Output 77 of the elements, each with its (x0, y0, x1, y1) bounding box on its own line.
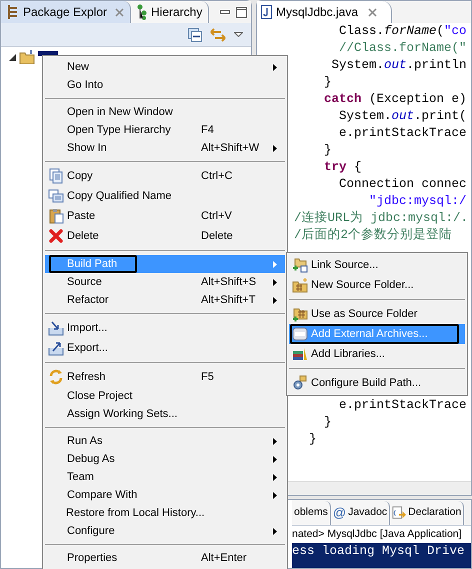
pages-icon (48, 188, 64, 204)
view-tab[interactable]: @Javadoc (330, 501, 390, 525)
import-icon (48, 320, 64, 336)
close-icon[interactable] (368, 8, 378, 16)
menu-item[interactable]: Add Libraries... (289, 344, 465, 364)
menu-item[interactable]: Source Alt+Shift+S (45, 273, 285, 291)
menu-item[interactable]: New Source Folder... (289, 275, 465, 295)
code-line: /连接URL为 jdbc:mysql:/. (294, 210, 470, 227)
code-line: } (308, 431, 318, 448)
view-tab[interactable]: oblems (292, 501, 331, 525)
menu-item[interactable]: Use as Source Folder (289, 304, 465, 324)
menu-item[interactable]: Refactor Alt+Shift+T (45, 291, 285, 309)
menu-item[interactable]: Debug As (45, 450, 285, 468)
clipboard-icon (48, 208, 64, 224)
close-icon[interactable] (115, 8, 124, 16)
menu-item[interactable]: Configure Build Path... (289, 373, 465, 393)
code-line: System.out.print( (338, 108, 468, 125)
at-icon: @ (332, 503, 346, 523)
menu-item[interactable]: Run As (45, 432, 285, 450)
hierarchy-icon (137, 4, 147, 20)
minimize-icon[interactable] (220, 10, 230, 14)
project-folder-icon (19, 50, 35, 64)
menu-item[interactable]: Open in New Window (45, 103, 285, 121)
menu-item[interactable]: Open Type Hierarchy F4 (45, 121, 285, 139)
menu-item[interactable]: Show In Alt+Shift+W (45, 139, 285, 157)
code-line: e.printStackTrace (338, 397, 468, 414)
export-icon (48, 340, 64, 356)
declaration-icon (392, 506, 406, 520)
code-line: "jdbc:mysql:/ (368, 193, 468, 210)
code-line: System.out.println (330, 57, 468, 74)
gear-icon (292, 375, 308, 391)
view-tab[interactable]: Package Explor (1, 1, 131, 23)
dropdown-icon[interactable] (234, 32, 243, 37)
jar-icon (292, 326, 308, 342)
menu-item[interactable]: Import... (45, 318, 285, 338)
folder-icon (292, 306, 308, 322)
code-line: e.printStackTrace (338, 125, 468, 142)
menu-item[interactable]: Delete Delete (45, 226, 285, 246)
folder-link-icon (292, 257, 308, 273)
menu-item[interactable]: Export... (45, 338, 285, 358)
menu-item[interactable]: Refresh F5 (45, 367, 285, 387)
maximize-icon[interactable] (236, 6, 247, 18)
java-file-icon (261, 5, 272, 19)
refresh-icon (48, 369, 64, 385)
code-line: catch (Exception e) (323, 91, 468, 108)
menu-item[interactable]: New (45, 58, 285, 76)
menu-item[interactable]: Copy Ctrl+C (45, 166, 285, 186)
menu-item[interactable]: Team (45, 468, 285, 486)
code-line: //Class.forName(" (338, 40, 468, 57)
code-line: try { (323, 159, 363, 176)
code-line: Connection connec (338, 176, 468, 193)
code-line: } (323, 142, 333, 159)
menu-item[interactable]: Restore from Local History... (45, 504, 285, 522)
menu-item[interactable]: Link Source... (289, 255, 465, 275)
code-line: } (323, 74, 333, 91)
menu-item[interactable]: Compare With (45, 486, 285, 504)
menu-item[interactable]: Paste Ctrl+V (45, 206, 285, 226)
console-line: ess loading Mysql Drive (292, 543, 466, 560)
books-icon (292, 346, 308, 362)
pages-icon (48, 168, 64, 184)
menu-item[interactable]: Properties Alt+Enter (45, 549, 285, 567)
menu-item[interactable]: Close Project (45, 387, 285, 405)
code-line: } (323, 414, 333, 431)
menu-item[interactable]: Assign Working Sets... (45, 405, 285, 423)
folder-icon (292, 277, 308, 293)
menu-item[interactable]: Go Into (45, 76, 285, 94)
collapse-all-icon[interactable] (188, 28, 202, 42)
expanded-triangle-icon[interactable] (9, 54, 16, 60)
menu-item[interactable]: Configure (45, 522, 285, 540)
code-line: Class.forName("co (338, 23, 468, 40)
editor-tab[interactable]: MysqlJdbc.java (257, 1, 392, 23)
menu-item[interactable]: Copy Qualified Name (45, 186, 285, 206)
view-tab[interactable]: Declaration (390, 501, 464, 525)
code-line: /后面的2个参数分别是登陆 (294, 227, 454, 244)
package-tree-icon (7, 5, 19, 19)
delete-icon (48, 228, 64, 244)
console-header: nated> MysqlJdbc [Java Application] (292, 527, 463, 542)
